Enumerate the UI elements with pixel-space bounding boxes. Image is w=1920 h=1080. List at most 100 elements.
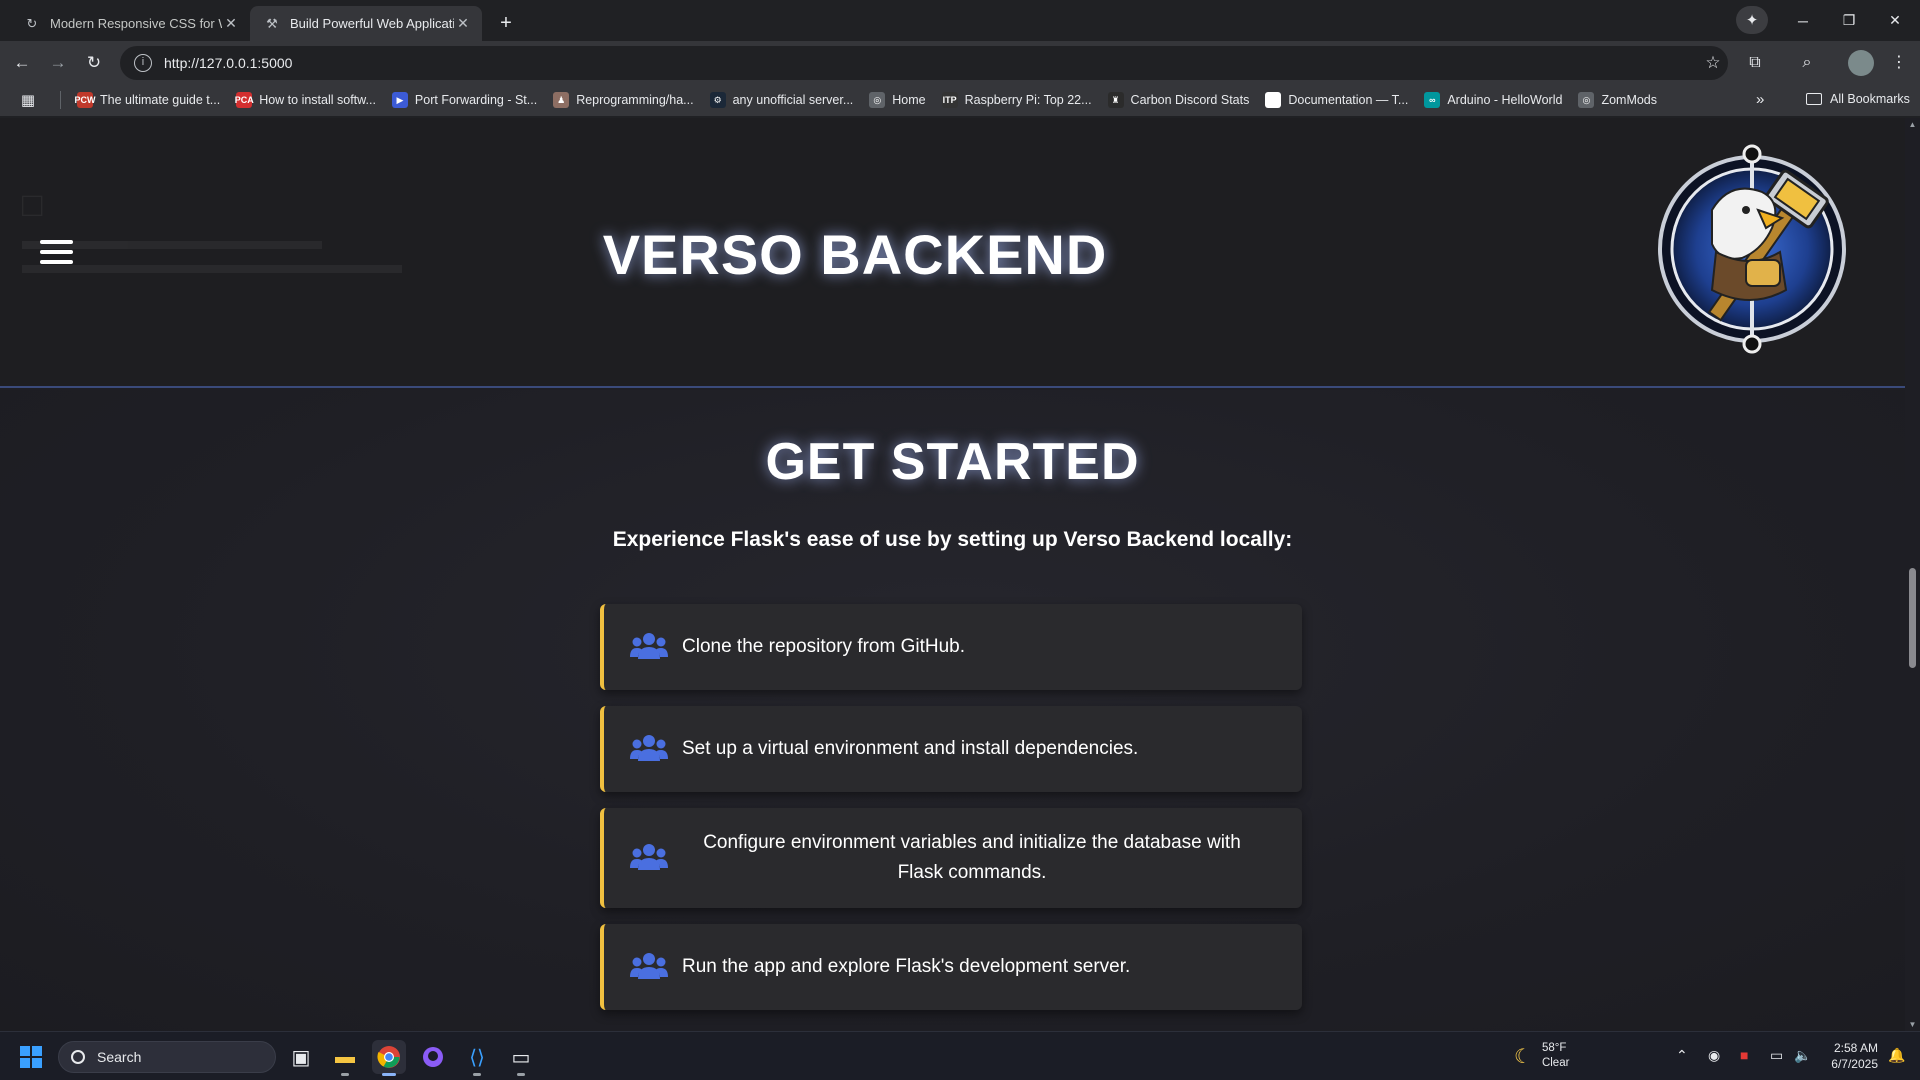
bookmark-item[interactable]: ITP Raspberry Pi: Top 22...	[941, 92, 1092, 108]
windows-start-icon[interactable]	[20, 1046, 42, 1068]
all-bookmarks-button[interactable]: All Bookmarks	[1806, 92, 1910, 106]
step-card: Configure environment variables and init…	[600, 808, 1302, 908]
bookmark-label: Arduino - HelloWorld	[1447, 93, 1563, 107]
tab-strip: ↻ Modern Responsive CSS for We ✕ ⚒ Build…	[0, 0, 1920, 41]
scroll-down-icon[interactable]: ▼	[1908, 1020, 1917, 1029]
page-viewport: □ VERSO BACKEND GET STARTED Experience F…	[0, 118, 1905, 1031]
address-bar[interactable]: i http://127.0.0.1:5000 ☆	[120, 46, 1728, 80]
github-desktop-icon[interactable]	[416, 1040, 450, 1074]
menu-kebab-icon[interactable]: ⋮	[1886, 50, 1912, 76]
bookmark-item[interactable]: ◎ Home	[869, 92, 926, 108]
notification-icon[interactable]: 🔔	[1888, 1047, 1905, 1064]
bookmarks-bar: ▦ PCW The ultimate guide t... PCA How to in…	[0, 84, 1920, 117]
discord-icon[interactable]: ◉	[1708, 1047, 1720, 1064]
gemini-icon[interactable]: ✦	[1736, 6, 1768, 34]
carbon-icon: ♜	[1107, 92, 1124, 108]
bookmark-item[interactable]: ⚙ any unofficial server...	[709, 92, 854, 108]
person-icon: ♟	[553, 92, 570, 108]
weather-widget[interactable]: ☾ 58°F Clear	[1514, 1041, 1569, 1071]
bookmark-label: Home	[892, 93, 926, 107]
bookmark-label: any unofficial server...	[732, 93, 854, 107]
step-card: Run the app and explore Flask's developm…	[600, 924, 1302, 1010]
chevron-up-icon[interactable]: ⌃	[1676, 1047, 1688, 1064]
bookmark-label: Raspberry Pi: Top 22...	[964, 93, 1092, 107]
users-icon	[630, 735, 668, 761]
close-window-button[interactable]: ✕	[1872, 0, 1918, 41]
steam-icon: ⚙	[709, 92, 726, 108]
users-icon	[630, 844, 668, 870]
folder-icon	[1806, 93, 1822, 105]
weather-desc: Clear	[1541, 1057, 1570, 1069]
step-text: Clone the repository from GitHub.	[682, 636, 966, 657]
bookmark-item[interactable]: PCW The ultimate guide t...	[75, 92, 221, 108]
globe-icon: ◎	[1578, 92, 1595, 108]
scrollbar-thumb[interactable]	[1909, 568, 1916, 668]
pcgamer-icon: PCA	[235, 92, 254, 108]
url-text: http://127.0.0.1:5000	[164, 55, 293, 71]
bookmark-item[interactable]: Documentation — T...	[1265, 92, 1408, 108]
volume-icon[interactable]: 🔈	[1794, 1047, 1811, 1064]
file-explorer-icon[interactable]: ▬	[328, 1040, 362, 1076]
taskbar-clock[interactable]: 2:58 AM 6/7/2025	[1820, 1040, 1878, 1072]
bookmark-item[interactable]: PCA How to install softw...	[235, 92, 376, 108]
bookmark-label: The ultimate guide t...	[100, 93, 221, 107]
task-view-icon[interactable]: ▣	[284, 1040, 318, 1074]
tab-modern-css[interactable]: ↻ Modern Responsive CSS for We ✕	[10, 6, 250, 41]
new-tab-button[interactable]: +	[492, 9, 520, 37]
github-logo-icon	[423, 1047, 443, 1067]
tab-title: Build Powerful Web Application	[290, 16, 454, 31]
tab-search-icon[interactable]: ⌕	[1794, 50, 1820, 76]
close-icon[interactable]: ✕	[222, 15, 240, 32]
network-icon[interactable]: ▭	[1770, 1047, 1783, 1064]
minimize-button[interactable]: ─	[1780, 0, 1826, 41]
bookmark-item[interactable]: ♜ Carbon Discord Stats	[1107, 92, 1249, 108]
step-text: Configure environment variables and init…	[703, 832, 1241, 883]
back-button[interactable]: ←	[8, 49, 36, 77]
site-info-icon[interactable]: i	[134, 54, 152, 72]
taskbar-search[interactable]: Search	[58, 1041, 276, 1073]
forward-button[interactable]: →	[44, 49, 72, 77]
chrome-icon[interactable]	[372, 1040, 406, 1076]
portforward-icon: ▶	[391, 92, 408, 108]
users-icon	[630, 633, 668, 659]
eagle-hammer-logo	[1658, 144, 1846, 354]
step-text: Set up a virtual environment and install…	[682, 738, 1139, 759]
tab-verso-backend[interactable]: ⚒ Build Powerful Web Application ✕	[250, 6, 482, 41]
step-text: Run the app and explore Flask's developm…	[682, 956, 1131, 977]
bookmark-label: Documentation — T...	[1288, 93, 1409, 107]
all-bookmarks-label: All Bookmarks	[1830, 92, 1910, 106]
restore-button[interactable]: ❐	[1826, 0, 1872, 41]
bookmark-item[interactable]: ♟ Reprogramming/ha...	[553, 92, 694, 108]
moon-icon: ☾	[1514, 1045, 1532, 1068]
more-bookmarks-icon[interactable]: »	[1756, 91, 1764, 108]
bookmark-item[interactable]: ∞ Arduino - HelloWorld	[1424, 92, 1562, 108]
search-label: Search	[97, 1049, 142, 1065]
globe-icon: ◎	[869, 92, 886, 108]
reload-button[interactable]: ↻	[80, 49, 108, 77]
bookmark-list: PCW The ultimate guide t... PCA How to inst…	[75, 92, 1673, 108]
site-header: □ VERSO BACKEND	[0, 118, 1905, 388]
browser-toolbar: ← → ↻ i http://127.0.0.1:5000 ☆ ⧉ ⌕ ⋮	[0, 41, 1920, 84]
close-icon[interactable]: ✕	[454, 15, 472, 32]
bookmark-item[interactable]: ◎ ZomMods	[1578, 92, 1657, 108]
terminal-icon[interactable]: ▭	[504, 1040, 538, 1076]
section-title: GET STARTED	[765, 433, 1140, 491]
arduino-icon: ∞	[1424, 92, 1441, 108]
bookmark-label: Port Forwarding - St...	[414, 93, 538, 107]
app-tray-icon[interactable]: ■	[1740, 1047, 1748, 1063]
apps-grid-icon[interactable]: ▦	[18, 90, 38, 110]
profile-avatar[interactable]	[1848, 50, 1874, 76]
itp-icon: ITP	[941, 92, 958, 108]
extensions-icon[interactable]: ⧉	[1742, 50, 1768, 76]
bookmark-star-icon[interactable]: ☆	[1698, 53, 1728, 73]
search-icon	[71, 1050, 85, 1064]
site-title: VERSO BACKEND	[602, 223, 1108, 286]
bookmark-label: How to install softw...	[259, 93, 376, 107]
chrome-logo-icon	[377, 1046, 400, 1068]
windows-taskbar: Search ▣ ▬ ⟨⟩ ▭ ☾ 58°F Clear ⌃ ◉ ■ ▭ 🔈 2…	[0, 1031, 1920, 1080]
scroll-up-icon[interactable]: ▲	[1908, 120, 1917, 129]
vscode-icon[interactable]: ⟨⟩	[460, 1040, 494, 1076]
bookmark-item[interactable]: ▶ Port Forwarding - St...	[391, 92, 538, 108]
page-scrollbar[interactable]: ▲ ▼	[1905, 118, 1920, 1031]
bookmark-label: Reprogramming/ha...	[576, 93, 694, 107]
